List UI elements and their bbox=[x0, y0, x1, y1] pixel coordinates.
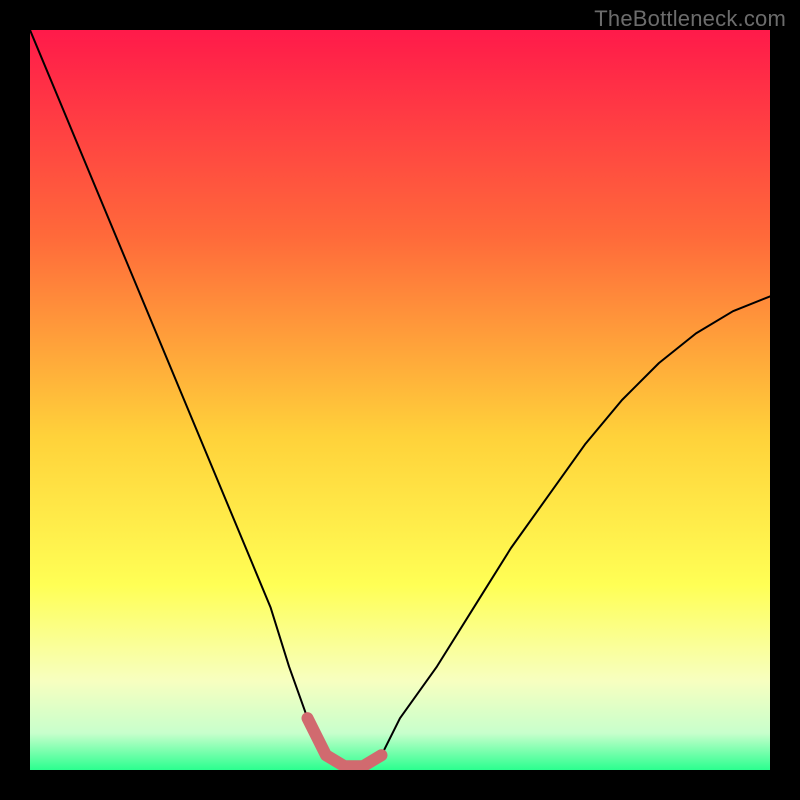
watermark-label: TheBottleneck.com bbox=[594, 6, 786, 32]
plot-area bbox=[30, 30, 770, 770]
gradient-background bbox=[30, 30, 770, 770]
chart-svg bbox=[30, 30, 770, 770]
chart-frame: TheBottleneck.com bbox=[0, 0, 800, 800]
